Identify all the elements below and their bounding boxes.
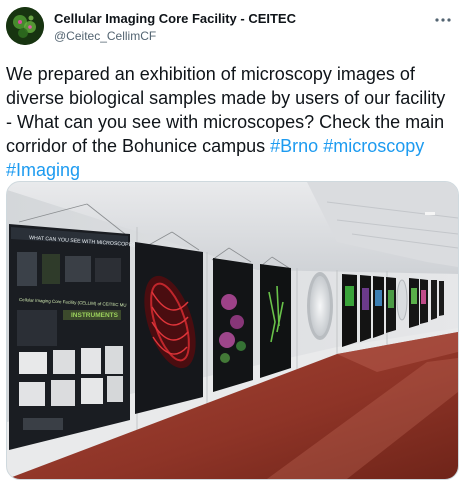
- more-dots-icon: [435, 18, 451, 22]
- hashtag-brno[interactable]: #Brno: [270, 136, 318, 156]
- hashtag-imaging[interactable]: #Imaging: [6, 160, 80, 180]
- tweet-text: We prepared an exhibition of microscopy …: [6, 62, 456, 182]
- hashtag-microscopy[interactable]: #microscopy: [323, 136, 424, 156]
- info-poster: WHAT CAN YOU SEE WITH MICROSCOPES? Cellu…: [9, 224, 139, 450]
- tweet: Cellular Imaging Core Facility - CEITEC …: [0, 0, 465, 482]
- more-options-button[interactable]: [428, 8, 458, 32]
- author-avatar[interactable]: [6, 7, 44, 45]
- poster-section: INSTRUMENTS: [71, 312, 119, 319]
- author-name[interactable]: Cellular Imaging Core Facility - CEITEC: [54, 11, 296, 26]
- corridor-exhibition-photo: WHAT CAN YOU SEE WITH MICROSCOPES? Cellu…: [7, 182, 458, 479]
- author-handle[interactable]: @Ceitec_CellimCF: [54, 29, 156, 43]
- microscopy-cells-avatar-icon: [6, 7, 44, 45]
- tweet-photo[interactable]: WHAT CAN YOU SEE WITH MICROSCOPES? Cellu…: [6, 181, 459, 480]
